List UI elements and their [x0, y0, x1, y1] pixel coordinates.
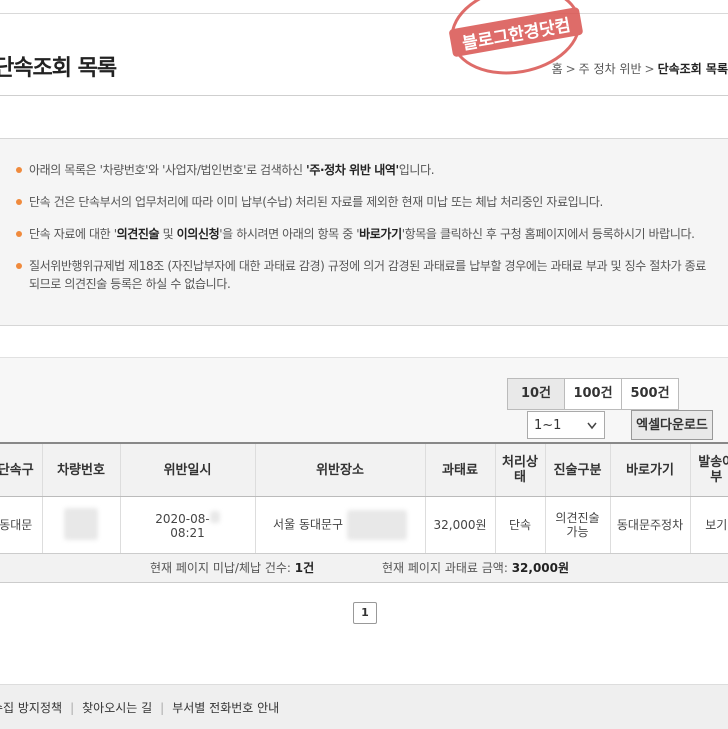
- col-location: 위반장소: [255, 442, 426, 497]
- col-fine: 과태료: [425, 442, 496, 497]
- col-datetime: 위반일시: [120, 442, 256, 497]
- col-shortcut: 바로가기: [610, 442, 691, 497]
- breadcrumb-home[interactable]: 홈: [552, 62, 563, 76]
- top-border: [0, 0, 728, 14]
- notice-item: 단속 건은 단속부서의 업무처리에 따라 이미 납부(수납) 처리된 자료를 제…: [16, 193, 716, 211]
- footer-divider: |: [70, 701, 75, 715]
- summary-count: 현재 페이지 미납/체납 건수: 1건: [150, 561, 315, 575]
- cell-sent-link[interactable]: 보기: [690, 496, 728, 554]
- table-header-row: 단속구 차량번호 위반일시 위반장소 과태료 처리상태 진술구분 바로가기 발송…: [0, 442, 728, 497]
- cell-fine: 32,000원: [425, 496, 496, 554]
- pagination-page-1[interactable]: 1: [353, 602, 377, 624]
- page-size-tabs: 10건 100건 500건: [507, 378, 679, 410]
- col-statement: 진술구분: [545, 442, 611, 497]
- summary-amount: 현재 페이지 과태료 금액: 32,000원: [382, 561, 570, 575]
- notice-item: 질서위반행위규제법 제18조 (자진납부자에 대한 과태료 감경) 규정에 의거…: [16, 257, 716, 293]
- excel-download-button[interactable]: 엑셀다운로드: [631, 410, 713, 440]
- redacted-date: [209, 510, 220, 523]
- breadcrumb-current: 단속조회 목록: [657, 62, 728, 76]
- page-size-500[interactable]: 500건: [621, 379, 678, 409]
- footer-link-directions[interactable]: 찾아오시는 길: [82, 701, 152, 715]
- page-size-100[interactable]: 100건: [564, 379, 621, 409]
- cell-statement: 의견진술 가능: [545, 496, 611, 554]
- cell-plate: [42, 496, 121, 554]
- breadcrumb-section[interactable]: 주 정차 위반: [579, 62, 642, 76]
- col-district: 단속구: [0, 442, 43, 497]
- notice-box: 아래의 목록은 '차량번호'와 '사업자/법인번호'로 검색하신 '주·정차 위…: [0, 138, 728, 326]
- redacted-plate: [64, 507, 98, 540]
- cell-district: 동대문: [0, 496, 43, 554]
- col-sent: 발송여부: [690, 442, 728, 497]
- footer: 수집 방지정책 | 찾아오시는 길 | 부서별 전화번호 안내: [0, 684, 728, 729]
- chevron-right-icon: >: [565, 62, 576, 76]
- chevron-right-icon: >: [644, 62, 655, 76]
- table-row: 동대문 2020-08- 08:21 서울 동대문구 32,000원 단속 의견…: [0, 496, 728, 554]
- page-size-10[interactable]: 10건: [508, 379, 564, 409]
- page-range-select[interactable]: 1~1: [527, 411, 605, 439]
- summary-bar: 현재 페이지 미납/체납 건수: 1건 현재 페이지 과태료 금액: 32,00…: [0, 553, 728, 583]
- redacted-address: [346, 510, 407, 540]
- notice-item: 단속 자료에 대한 '의견진술 및 이의신청'을 하시려면 아래의 항목 중 '…: [16, 225, 716, 243]
- title-divider: [0, 95, 728, 96]
- col-plate: 차량번호: [42, 442, 121, 497]
- cell-shortcut-link[interactable]: 동대문주정차: [610, 496, 691, 554]
- footer-link-phone-directory[interactable]: 부서별 전화번호 안내: [172, 701, 279, 715]
- breadcrumb: 홈 > 주 정차 위반 > 단속조회 목록: [552, 60, 728, 77]
- notice-item: 아래의 목록은 '차량번호'와 '사업자/법인번호'로 검색하신 '주·정차 위…: [16, 161, 716, 179]
- violation-table: 단속구 차량번호 위반일시 위반장소 과태료 처리상태 진술구분 바로가기 발송…: [0, 442, 728, 554]
- col-status: 처리상태: [495, 442, 546, 497]
- footer-link-collection-policy[interactable]: 수집 방지정책: [0, 701, 62, 715]
- watermark-text: 블로그한경닷컴: [461, 15, 572, 55]
- cell-datetime: 2020-08- 08:21: [120, 496, 256, 554]
- cell-location: 서울 동대문구: [255, 496, 426, 554]
- footer-divider: |: [160, 701, 165, 715]
- cell-status: 단속: [495, 496, 546, 554]
- page-title: 단속조회 목록: [0, 56, 117, 81]
